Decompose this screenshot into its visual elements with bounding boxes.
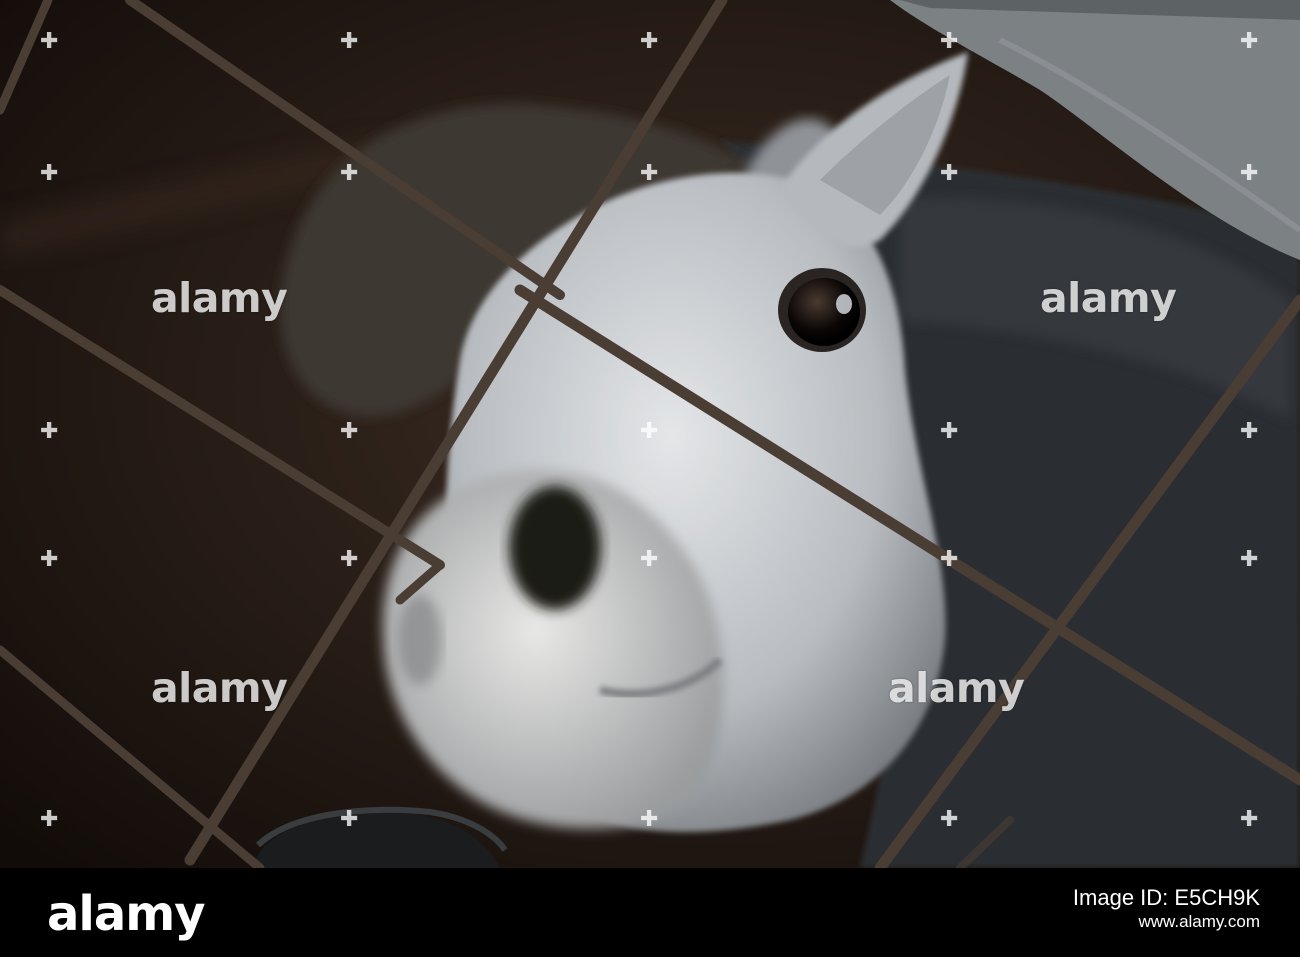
svg-text:✚: ✚ <box>340 807 358 832</box>
horse-nostril <box>509 486 601 610</box>
svg-text:✚: ✚ <box>940 161 958 186</box>
watermark-text: alamy <box>888 664 1025 712</box>
svg-text:✚: ✚ <box>40 161 58 186</box>
photo-illustration: ✚ ✚ ✚ ✚ ✚ ✚ ✚ ✚ ✚ ✚ ✚ ✚ ✚ ✚ ✚ ✚ ✚ ✚ ✚ ✚ ✚ ✚ ✚ ✚ ✚ <box>0 0 1300 868</box>
svg-text:✚: ✚ <box>40 547 58 572</box>
stock-photo-horse-behind-bars: ✚ ✚ ✚ ✚ ✚ ✚ ✚ ✚ ✚ ✚ ✚ ✚ ✚ ✚ ✚ ✚ ✚ ✚ ✚ ✚ ✚ ✚ ✚ ✚ ✚ alamy alam… <box>0 0 1300 868</box>
image-id: Image ID: E5CH9K <box>1072 885 1260 910</box>
svg-text:✚: ✚ <box>940 419 958 444</box>
svg-text:✚: ✚ <box>640 547 658 572</box>
svg-text:✚: ✚ <box>40 807 58 832</box>
watermark-text: alamy <box>151 664 288 712</box>
svg-text:✚: ✚ <box>40 29 58 54</box>
watermark-text: alamy <box>1040 274 1177 322</box>
svg-text:✚: ✚ <box>1240 29 1258 54</box>
svg-text:✚: ✚ <box>1240 161 1258 186</box>
svg-text:✚: ✚ <box>940 807 958 832</box>
svg-text:✚: ✚ <box>940 547 958 572</box>
svg-text:✚: ✚ <box>1240 419 1258 444</box>
svg-text:✚: ✚ <box>40 419 58 444</box>
svg-text:✚: ✚ <box>640 29 658 54</box>
svg-text:✚: ✚ <box>640 161 658 186</box>
svg-text:✚: ✚ <box>940 29 958 54</box>
svg-text:✚: ✚ <box>1240 547 1258 572</box>
horse-eye <box>788 278 860 346</box>
svg-text:✚: ✚ <box>340 29 358 54</box>
svg-text:✚: ✚ <box>340 547 358 572</box>
footer-strip: alamy Image ID: E5CH9K www.alamy.com <box>0 868 1300 957</box>
svg-text:✚: ✚ <box>1240 807 1258 832</box>
svg-text:✚: ✚ <box>640 419 658 444</box>
footer-info: Image ID: E5CH9K www.alamy.com <box>1073 886 1260 934</box>
watermark-text: alamy <box>151 274 288 322</box>
svg-text:✚: ✚ <box>640 807 658 832</box>
svg-text:✚: ✚ <box>340 161 358 186</box>
svg-text:✚: ✚ <box>340 419 358 444</box>
footer-logo: alamy <box>47 886 206 942</box>
site-url: www.alamy.com <box>1138 912 1260 931</box>
